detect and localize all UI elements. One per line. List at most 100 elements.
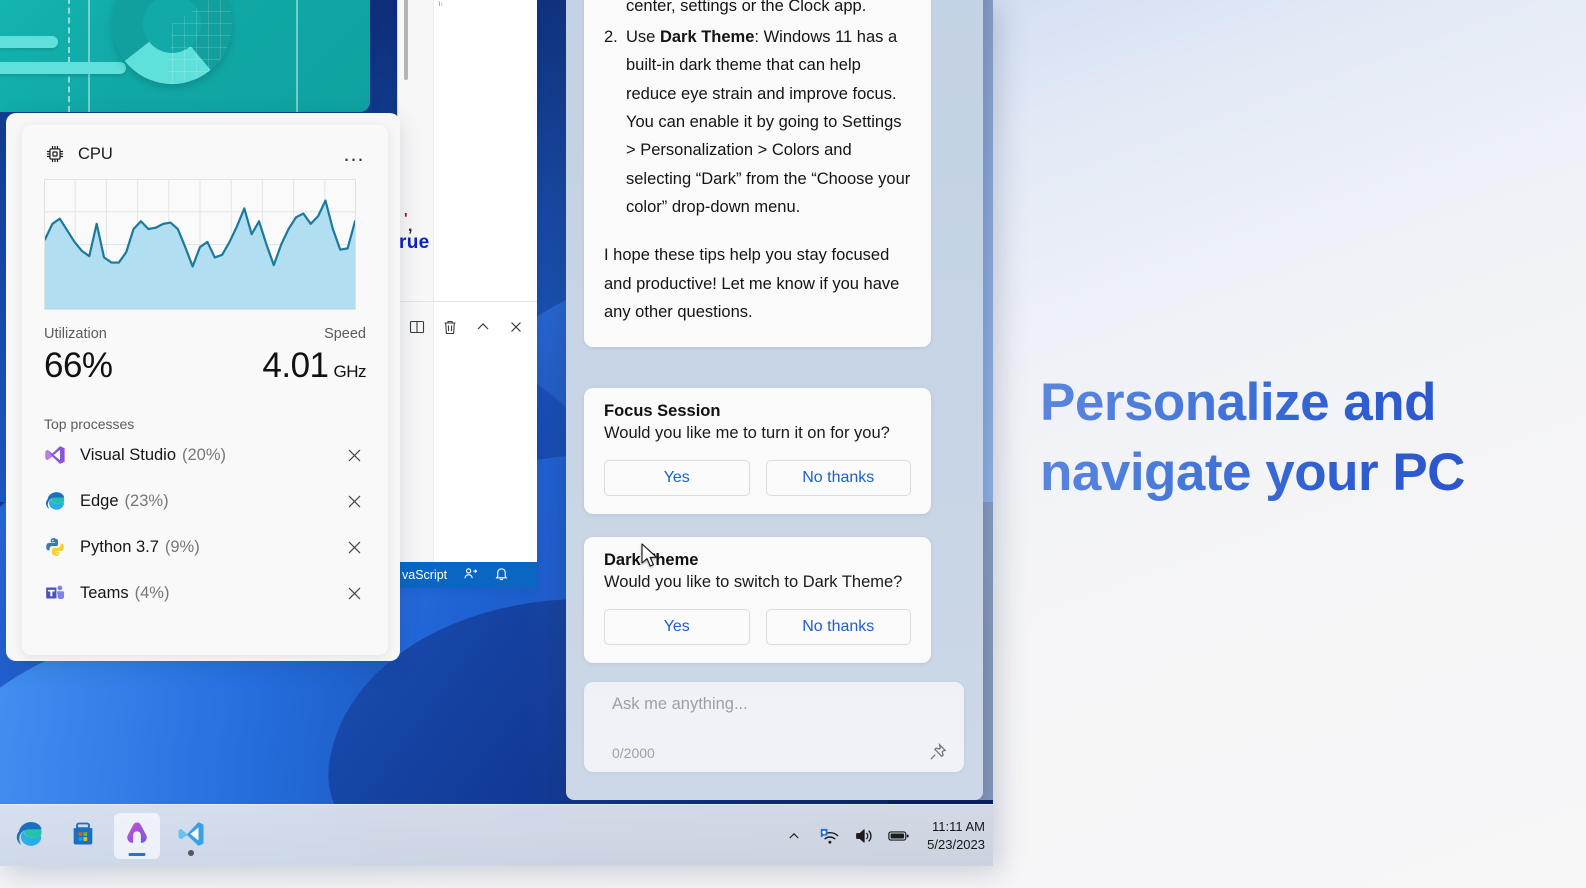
focus-session-question: Would you like me to turn it on for you?	[604, 424, 911, 443]
cpu-widget-more-button[interactable]: …	[343, 149, 367, 159]
taskbar-app-copilot[interactable]	[114, 813, 160, 859]
close-process-icon[interactable]	[342, 535, 366, 559]
process-name: Visual Studio	[80, 446, 176, 465]
cpu-metric-values: 66% 4.01 GHz	[44, 346, 366, 386]
status-language[interactable]: vaScript	[402, 568, 447, 582]
clock-time: 11:11 AM	[927, 818, 985, 836]
copilot-input-placeholder[interactable]: Ask me anything...	[612, 695, 748, 714]
visual-studio-icon	[44, 444, 66, 466]
message-closing-text: I hope these tips help you stay focused …	[604, 241, 911, 326]
promo-headline-line2: navigate your PC	[1040, 438, 1510, 508]
edge-icon	[14, 819, 44, 854]
promo-headline: Personalize and navigate your PC	[1040, 368, 1510, 508]
cpu-widget-title: CPU	[78, 145, 113, 164]
taskbar-app-vscode[interactable]	[168, 813, 214, 859]
battery-icon[interactable]	[888, 825, 910, 847]
process-row[interactable]: Edge(23%)	[44, 478, 366, 524]
process-row[interactable]: Python 3.7 (9%)	[44, 524, 366, 570]
speed-value-group: 4.01 GHz	[262, 346, 366, 386]
dark-theme-no-button[interactable]: No thanks	[766, 609, 912, 645]
focus-session-yes-button[interactable]: Yes	[604, 460, 750, 496]
editor-gutter	[398, 0, 434, 588]
running-indicator	[188, 850, 194, 856]
list-item-number: 2.	[604, 23, 626, 222]
focus-session-card: Focus Session Would you like me to turn …	[584, 388, 931, 514]
editor-code-text[interactable]: requires('node').async('updateTitle.min.…	[438, 0, 533, 8]
dark-theme-bold: Dark Theme	[660, 28, 754, 46]
editor-panel-toolbar	[398, 310, 537, 344]
character-counter: 0/2000	[612, 745, 655, 761]
editor-status-bar: vaScript	[398, 562, 537, 588]
code-fragment-word: rue	[399, 232, 429, 254]
process-percent: (9%)	[165, 538, 200, 557]
message-truncated-line: a focus session from notification center…	[604, 0, 911, 21]
process-percent: (4%)	[135, 584, 170, 603]
windows-desktop-screen: requires('node').async('updateTitle.min.…	[0, 0, 993, 866]
vscode-icon	[176, 819, 206, 854]
process-name: Python 3.7	[80, 538, 159, 557]
cpu-widget-header: CPU …	[44, 141, 366, 167]
bell-icon[interactable]	[494, 566, 509, 584]
edge-icon	[44, 490, 66, 512]
pin-icon[interactable]	[928, 742, 950, 764]
message-item1-text: a focus session from notification center…	[626, 0, 911, 21]
speed-unit: GHz	[334, 362, 367, 381]
process-row[interactable]: Visual Studio (20%)	[44, 432, 366, 478]
cpu-chip-icon	[44, 143, 66, 165]
dark-theme-buttons: Yes No thanks	[604, 609, 911, 645]
teal-banner-graphic	[0, 0, 370, 112]
promo-headline-line1: Personalize and	[1040, 368, 1510, 438]
assistant-message-bubble: a focus session from notification center…	[584, 0, 931, 347]
assistant-message-list: a focus session from notification center…	[604, 0, 911, 221]
message-item-2: 2. Use Dark Theme: Windows 11 has a buil…	[604, 23, 911, 222]
live-share-icon[interactable]	[463, 566, 478, 584]
chevron-up-icon[interactable]	[474, 318, 492, 336]
dark-theme-yes-button[interactable]: Yes	[604, 609, 750, 645]
store-icon	[69, 820, 97, 853]
focus-session-title: Focus Session	[604, 402, 911, 421]
editor-scrollbar[interactable]	[404, 0, 408, 80]
message-item2-text: Use Dark Theme: Windows 11 has a built-i…	[626, 23, 911, 222]
dark-theme-title: Dark Theme	[604, 551, 911, 570]
taskbar-clock[interactable]: 11:11 AM 5/23/2023	[927, 818, 985, 855]
taskbar-app-edge[interactable]	[6, 813, 52, 859]
split-panel-icon[interactable]	[408, 318, 426, 336]
top-processes-list: Visual Studio (20%) Edge(23%) Python 3.7 (9%…	[44, 432, 366, 616]
close-process-icon[interactable]	[342, 581, 366, 605]
process-name: Teams	[80, 584, 129, 603]
utilization-value: 66%	[44, 346, 113, 386]
close-panel-icon[interactable]	[507, 318, 525, 336]
taskbar-app-store[interactable]	[60, 813, 106, 859]
network-icon[interactable]	[818, 825, 840, 847]
process-percent: (20%)	[182, 446, 226, 465]
process-row[interactable]: Teams (4%)	[44, 570, 366, 616]
trash-icon[interactable]	[441, 318, 459, 336]
show-hidden-icons-chevron[interactable]	[783, 825, 805, 847]
cpu-metric-labels: Utilization Speed	[44, 326, 366, 342]
screenshot-root: Personalize and navigate your PC	[0, 0, 1586, 888]
speed-value: 4.01	[262, 346, 328, 385]
top-processes-label: Top processes	[44, 416, 366, 432]
cpu-chart-svg	[44, 179, 356, 310]
widgets-board: CPU … Utilization Speed 66% 4.01GHz Top	[6, 113, 400, 661]
copilot-icon	[122, 819, 152, 854]
volume-icon[interactable]	[853, 825, 875, 847]
taskbar-app-list	[6, 805, 214, 866]
close-process-icon[interactable]	[342, 443, 366, 467]
dark-theme-card: Dark Theme Would you like to switch to D…	[584, 537, 931, 663]
active-indicator	[129, 853, 146, 857]
cpu-widget-card: CPU … Utilization Speed 66% 4.01GHz Top	[22, 125, 388, 655]
copilot-panel: a focus session from notification center…	[566, 0, 983, 800]
code-editor-window: requires('node').async('updateTitle.min.…	[397, 0, 537, 588]
process-name: Edge	[80, 492, 119, 511]
focus-session-no-button[interactable]: No thanks	[766, 460, 912, 496]
cpu-utilization-chart	[44, 179, 356, 310]
taskbar: 11:11 AM 5/23/2023	[0, 804, 993, 866]
speed-label: Speed	[324, 326, 366, 342]
close-process-icon[interactable]	[342, 489, 366, 513]
dark-theme-question: Would you like to switch to Dark Theme?	[604, 573, 911, 592]
copilot-composer[interactable]: Ask me anything... 0/2000	[584, 682, 964, 772]
focus-session-buttons: Yes No thanks	[604, 460, 911, 496]
clock-date: 5/23/2023	[927, 836, 985, 854]
python-icon	[44, 536, 66, 558]
